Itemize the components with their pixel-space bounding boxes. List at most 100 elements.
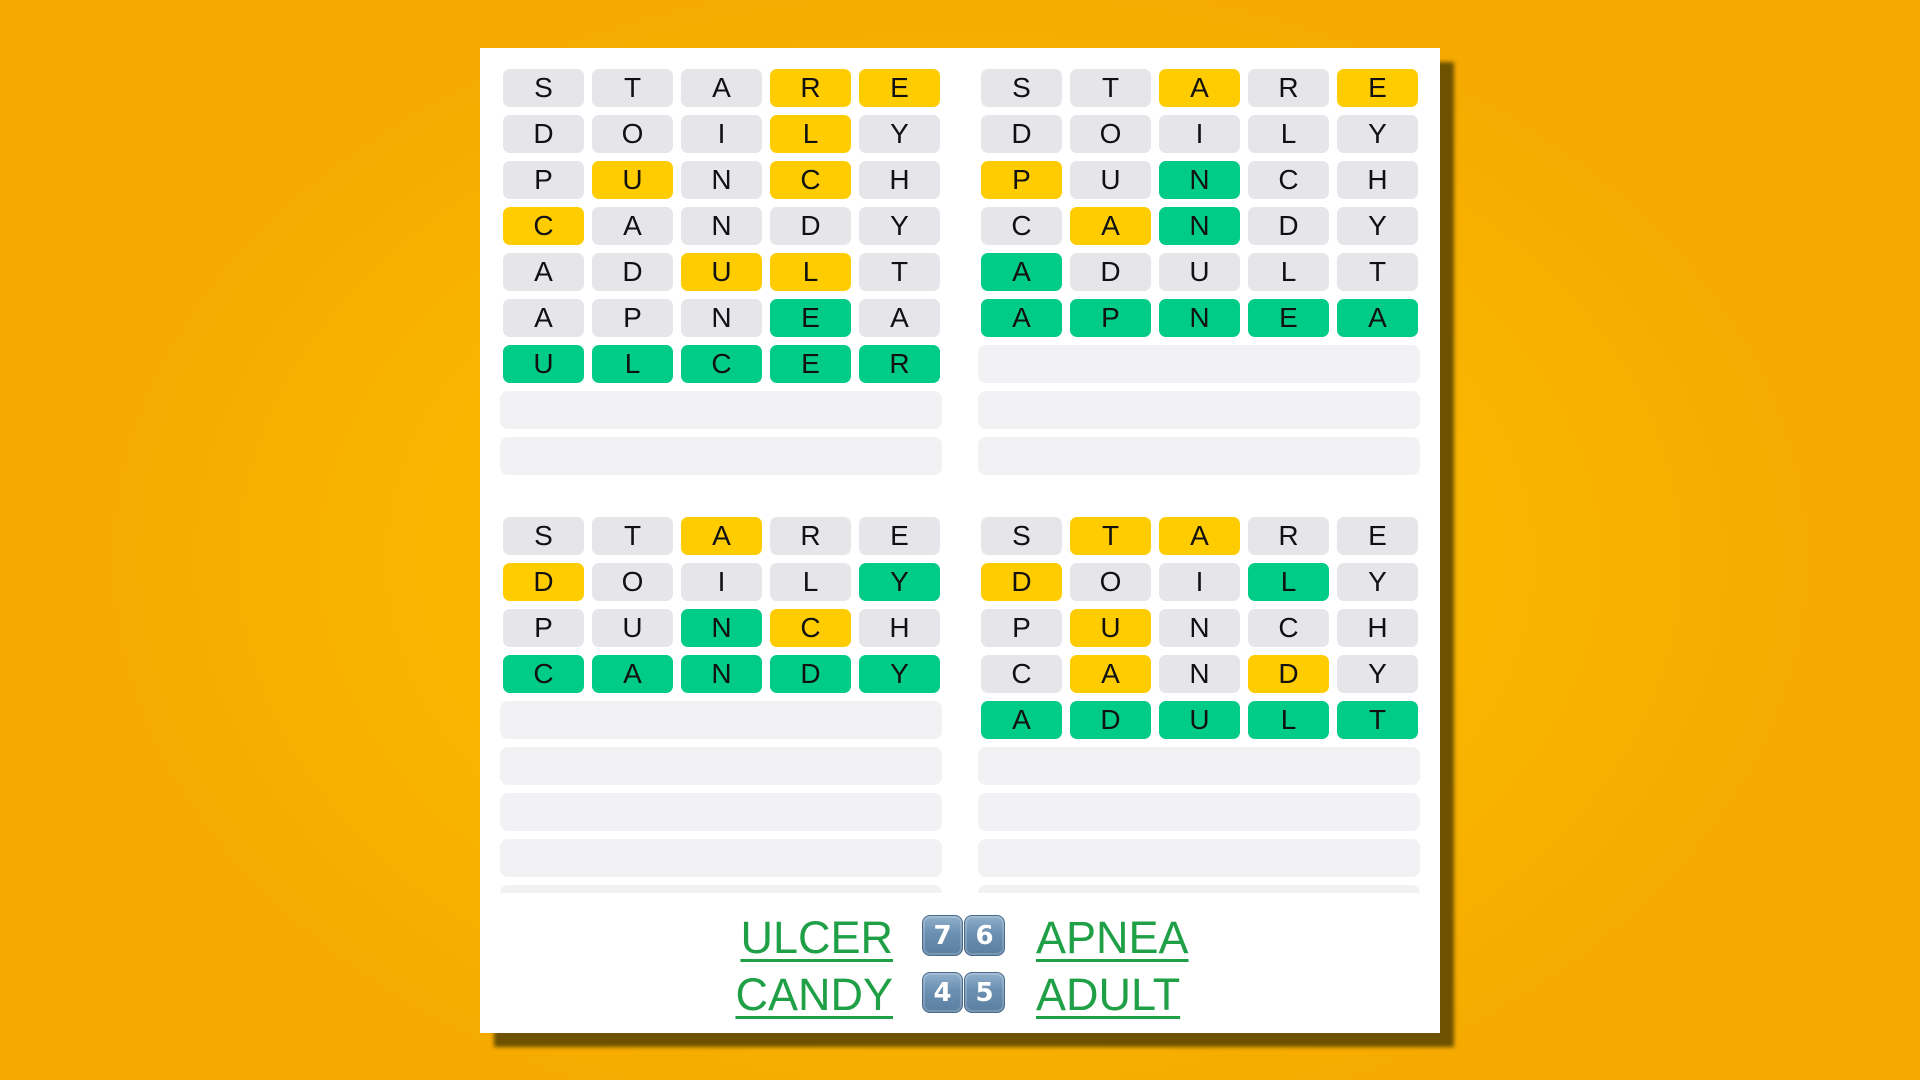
keycap-digit-icon: 6	[964, 915, 1005, 956]
guess-row: APNEA	[981, 299, 1423, 337]
letter-tile-absent: C	[981, 655, 1062, 693]
letter-tile-absent: T	[592, 69, 673, 107]
boards-area: STAREDOILYPUNCHCANDYADULTAPNEAULCERSTARE…	[480, 48, 1440, 893]
letter-tile-absent: A	[592, 207, 673, 245]
letter-tile-correct: E	[1248, 299, 1329, 337]
letter-tile-absent: L	[1248, 115, 1329, 153]
answer-link-board-3[interactable]: CANDY	[593, 972, 893, 1017]
letter-tile-correct: L	[1248, 563, 1329, 601]
letter-tile-absent: H	[1337, 161, 1418, 199]
empty-guess-row	[978, 747, 1420, 785]
letter-tile-absent: A	[681, 69, 762, 107]
letter-tile-absent: Y	[1337, 563, 1418, 601]
letter-tile-present: D	[503, 563, 584, 601]
letter-tile-absent: N	[681, 161, 762, 199]
letter-tile-correct: D	[770, 655, 851, 693]
letter-tile-absent: P	[981, 609, 1062, 647]
guess-row: DOILY	[503, 563, 945, 601]
letter-tile-absent: O	[1070, 563, 1151, 601]
guess-row: PUNCH	[981, 161, 1423, 199]
letter-tile-absent: Y	[1337, 655, 1418, 693]
letter-tile-absent: A	[503, 253, 584, 291]
letter-tile-absent: O	[592, 115, 673, 153]
letter-tile-absent: T	[592, 517, 673, 555]
letter-tile-absent: P	[592, 299, 673, 337]
letter-tile-absent: D	[1070, 253, 1151, 291]
guess-row: ULCER	[503, 345, 945, 383]
letter-tile-present: D	[981, 563, 1062, 601]
letter-tile-absent: R	[770, 517, 851, 555]
guess-row: STARE	[981, 69, 1423, 107]
letter-tile-absent: D	[981, 115, 1062, 153]
letter-tile-absent: D	[1248, 207, 1329, 245]
letter-tile-present: T	[1070, 517, 1151, 555]
letter-tile-present: D	[1248, 655, 1329, 693]
letter-tile-correct: A	[981, 253, 1062, 291]
letter-tile-present: A	[1159, 69, 1240, 107]
letter-tile-correct: N	[1159, 161, 1240, 199]
empty-guess-row	[978, 793, 1420, 831]
guess-row: CANDY	[981, 655, 1423, 693]
letter-tile-absent: R	[1248, 517, 1329, 555]
letter-tile-present: A	[1070, 207, 1151, 245]
empty-guess-row	[978, 391, 1420, 429]
letter-tile-correct: R	[859, 345, 940, 383]
empty-guess-row	[978, 885, 1420, 893]
letter-tile-absent: I	[681, 563, 762, 601]
empty-guess-row	[500, 793, 942, 831]
empty-guess-row	[500, 391, 942, 429]
letter-tile-absent: E	[859, 517, 940, 555]
letter-tile-absent: H	[1337, 609, 1418, 647]
game-panel: STAREDOILYPUNCHCANDYADULTAPNEAULCERSTARE…	[480, 48, 1440, 1033]
guess-row: CANDY	[981, 207, 1423, 245]
letter-tile-present: A	[1070, 655, 1151, 693]
letter-tile-absent: N	[681, 207, 762, 245]
guess-row: CANDY	[503, 207, 945, 245]
letter-tile-correct: N	[1159, 299, 1240, 337]
letter-tile-absent: N	[1159, 609, 1240, 647]
letter-tile-correct: N	[1159, 207, 1240, 245]
letter-tile-present: P	[981, 161, 1062, 199]
letter-tile-correct: C	[503, 655, 584, 693]
letter-tile-absent: S	[503, 517, 584, 555]
letter-tile-absent: P	[503, 161, 584, 199]
letter-tile-correct: L	[1248, 701, 1329, 739]
letter-tile-present: A	[1159, 517, 1240, 555]
letter-tile-absent: L	[1248, 253, 1329, 291]
empty-guess-row	[978, 437, 1420, 475]
letter-tile-correct: A	[981, 299, 1062, 337]
keycap-digit-icon: 5	[964, 972, 1005, 1013]
letter-tile-correct: A	[1337, 299, 1418, 337]
letter-tile-present: L	[770, 115, 851, 153]
letter-tile-absent: T	[1337, 253, 1418, 291]
letter-tile-present: A	[681, 517, 762, 555]
letter-tile-absent: I	[1159, 115, 1240, 153]
guess-row: PUNCH	[503, 161, 945, 199]
guess-count-keycaps-bottom: 4 5	[922, 972, 1005, 1013]
letter-tile-absent: C	[981, 207, 1062, 245]
empty-guess-row	[500, 885, 942, 893]
letter-tile-absent: Y	[1337, 115, 1418, 153]
guess-row: ADULT	[981, 253, 1423, 291]
answer-link-board-4[interactable]: ADULT	[1036, 972, 1336, 1017]
guess-row: ADULT	[503, 253, 945, 291]
letter-tile-correct: P	[1070, 299, 1151, 337]
letter-tile-absent: P	[503, 609, 584, 647]
empty-guess-row	[500, 747, 942, 785]
letter-tile-correct: E	[770, 299, 851, 337]
answer-link-board-1[interactable]: ULCER	[593, 915, 893, 960]
letter-tile-absent: I	[681, 115, 762, 153]
letter-tile-present: U	[1070, 609, 1151, 647]
letter-tile-absent: I	[1159, 563, 1240, 601]
empty-guess-row	[978, 839, 1420, 877]
letter-tile-absent: S	[981, 69, 1062, 107]
empty-guess-row	[978, 345, 1420, 383]
letter-tile-present: E	[859, 69, 940, 107]
answer-link-board-2[interactable]: APNEA	[1036, 915, 1336, 960]
letter-tile-absent: O	[1070, 115, 1151, 153]
letter-tile-correct: Y	[859, 655, 940, 693]
letter-tile-correct: N	[681, 655, 762, 693]
guess-row: CANDY	[503, 655, 945, 693]
letter-tile-correct: T	[1337, 701, 1418, 739]
letter-tile-absent: T	[1070, 69, 1151, 107]
